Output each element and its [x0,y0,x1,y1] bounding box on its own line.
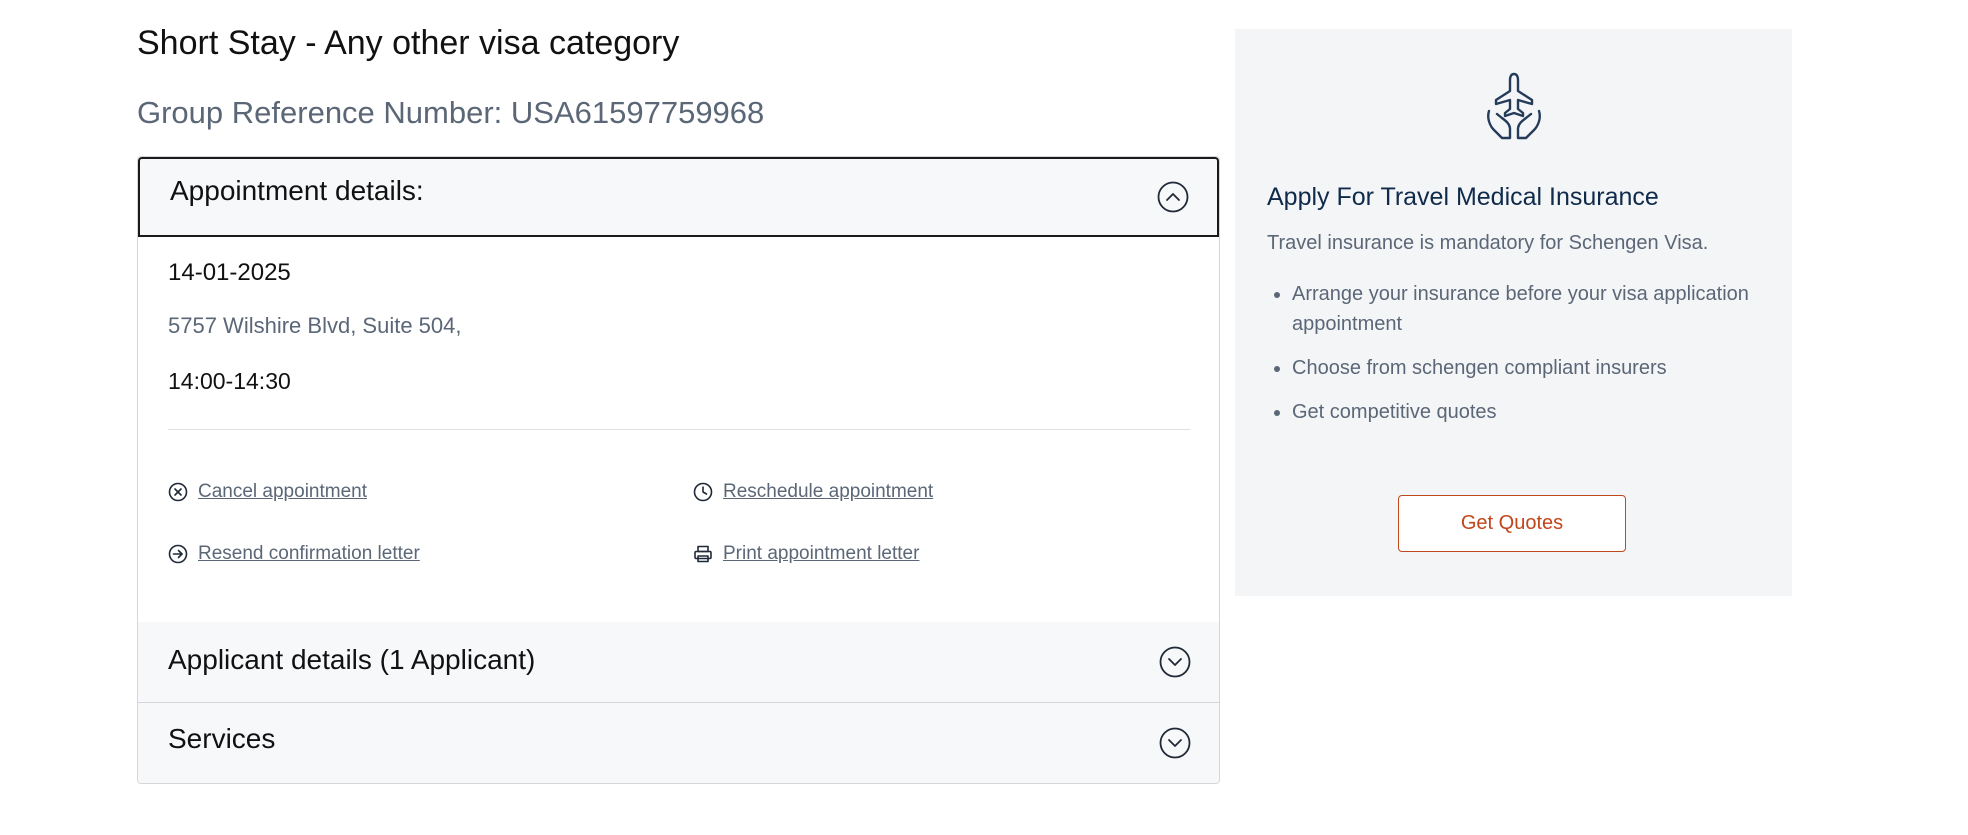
appointment-details-body: 14-01-2025 5757 Wilshire Blvd, Suite 504… [168,237,1190,622]
list-item: Get competitive quotes [1292,397,1767,427]
cancel-appointment-label: Cancel appointment [198,481,367,502]
reschedule-appointment-label: Reschedule appointment [723,481,934,502]
list-item: Arrange your insurance before your visa … [1292,279,1767,339]
appointment-address: 5757 Wilshire Blvd, Suite 504, [168,313,462,338]
print-appointment-letter-link[interactable]: Print appointment letter [693,543,919,565]
appointment-time: 14:00-14:30 [168,368,291,394]
services-title: Services [168,723,276,754]
applicant-details-header[interactable]: Applicant details (1 Applicant) [138,622,1219,703]
circle-arrow-right-icon [168,544,188,564]
clock-icon [693,482,713,502]
get-quotes-button[interactable]: Get Quotes [1398,495,1626,552]
printer-icon [694,545,712,563]
promo-text: Travel insurance is mandatory for Scheng… [1267,232,1709,254]
chevron-down-icon[interactable] [1159,727,1191,759]
appointment-accordion: Appointment details: 14-01-2025 5757 Wil… [137,156,1220,784]
divider [168,429,1190,430]
applicant-details-title: Applicant details (1 Applicant) [168,644,536,675]
chevron-down-icon[interactable] [1159,646,1191,678]
list-item: Choose from schengen compliant insurers [1292,353,1767,383]
resend-confirmation-letter-label: Resend confirmation letter [198,543,420,564]
promo-title: Apply For Travel Medical Insurance [1267,183,1659,211]
reschedule-appointment-link[interactable]: Reschedule appointment [693,481,933,503]
group-reference-number: Group Reference Number: USA61597759968 [137,95,765,130]
appointment-details-header[interactable]: Appointment details: [138,157,1219,237]
appointment-details-title: Appointment details: [170,175,424,206]
appointment-date: 14-01-2025 [168,259,291,286]
cancel-appointment-link[interactable]: Cancel appointment [168,481,367,503]
plane-in-hands-icon [1487,72,1541,140]
travel-insurance-promo: Apply For Travel Medical Insurance Trave… [1235,29,1792,596]
services-header[interactable]: Services [138,703,1219,783]
resend-confirmation-letter-link[interactable]: Resend confirmation letter [168,543,420,565]
promo-benefits-list: Arrange your insurance before your visa … [1267,279,1767,441]
chevron-up-icon[interactable] [1157,181,1189,213]
circle-x-icon [168,482,188,502]
print-appointment-letter-label: Print appointment letter [723,543,920,564]
page-title: Short Stay - Any other visa category [137,24,680,62]
